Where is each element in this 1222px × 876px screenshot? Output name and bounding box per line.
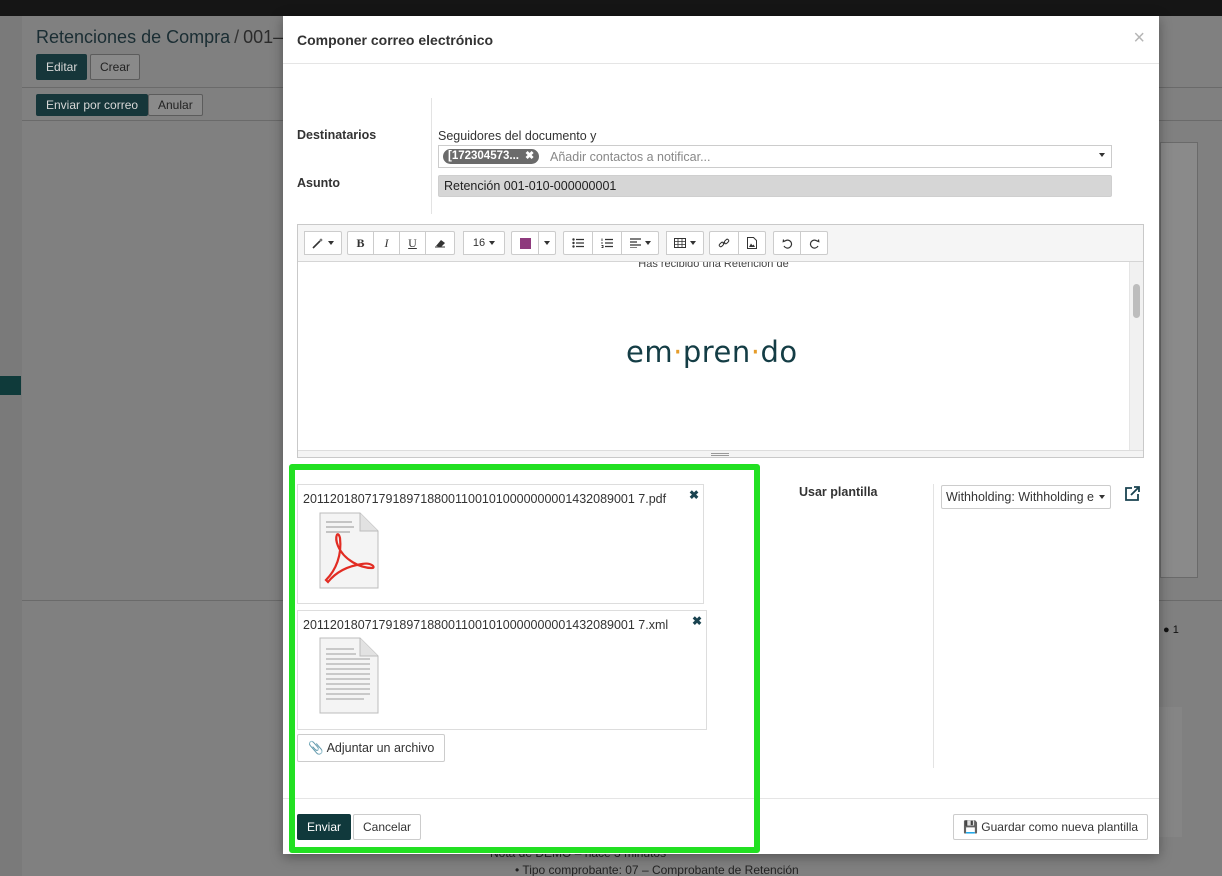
scrollbar-thumb[interactable] (1133, 284, 1140, 318)
attachment-name: 2011201807179189718800110010100000000014… (303, 492, 667, 506)
redo-button[interactable] (800, 231, 828, 255)
remove-attachment-icon[interactable]: ✖ (689, 488, 699, 502)
cancel-button[interactable]: Cancelar (353, 814, 422, 840)
edit-button[interactable]: Editar (36, 54, 88, 80)
dialog-footer: Enviar Cancelar 💾 Guardar como nueva pla… (283, 798, 1159, 854)
template-value: Withholding: Withholding e (946, 490, 1094, 504)
dialog-header: Componer correo electrónico × (283, 16, 1159, 64)
attachment-xml[interactable]: 2011201807179189718800110010100000000014… (297, 610, 707, 730)
align-left-icon (629, 238, 641, 248)
recipient-tag: [172304573... ✖ (443, 149, 540, 164)
subject-label: Asunto (297, 176, 341, 190)
breadcrumb-current: 001– (243, 27, 284, 47)
company-logo: em·pren·do (626, 335, 798, 369)
underline-button[interactable]: U (399, 231, 426, 255)
body-greeting: Has recibido una Retención de (638, 262, 789, 270)
editor-content[interactable]: Has recibido una Retención de em·pren·do (298, 262, 1129, 450)
magic-wand-icon (312, 238, 323, 249)
chevron-down-icon (1099, 495, 1105, 499)
eraser-icon (435, 240, 445, 248)
italic-button[interactable]: I (373, 231, 400, 255)
external-link-icon[interactable] (1123, 485, 1141, 503)
style-button[interactable] (304, 231, 342, 255)
remove-tag-icon[interactable]: ✖ (525, 150, 534, 162)
font-color-icon (519, 237, 531, 249)
font-size-dropdown[interactable]: 16 (463, 231, 505, 255)
create-button[interactable]: Crear (90, 54, 141, 80)
label-separator (431, 98, 432, 214)
bullet-list-icon (572, 238, 584, 248)
followers-text: Seguidores del documento y (438, 129, 597, 143)
followers-counter[interactable]: ● 1 (1163, 624, 1179, 636)
attachment-pdf[interactable]: 2011201807179189718800110010100000000014… (297, 484, 704, 604)
bullet-list-button[interactable] (563, 231, 593, 255)
recipients-label: Destinatarios (297, 128, 377, 142)
subject-input[interactable]: Retención 001-010-000000001 (438, 175, 1112, 197)
sidebar-marker (0, 376, 21, 395)
breadcrumb: Retenciones de Compra/001– (36, 27, 283, 48)
recipients-placeholder: Añadir contactos a notificar... (550, 150, 711, 164)
template-select[interactable]: Withholding: Withholding e (941, 485, 1111, 509)
table-icon (674, 238, 686, 248)
compose-email-dialog: Componer correo electrónico × Destinatar… (283, 16, 1159, 854)
form-sheet (1160, 142, 1198, 578)
link-icon (718, 238, 730, 248)
breadcrumb-separator: / (234, 27, 240, 47)
chevron-down-icon[interactable] (1099, 153, 1105, 157)
redo-icon (809, 238, 819, 249)
numbered-list-icon (601, 238, 613, 248)
text-color-dropdown[interactable] (538, 231, 556, 255)
recipients-input[interactable]: [172304573... ✖ Añadir contactos a notifi… (438, 145, 1112, 168)
dialog-title: Componer correo electrónico (297, 32, 494, 48)
label-separator (933, 484, 934, 768)
image-icon (747, 237, 757, 249)
bold-button[interactable]: B (347, 231, 374, 255)
editor-scrollbar[interactable] (1129, 262, 1143, 450)
send-button[interactable]: Enviar (297, 814, 352, 840)
table-dropdown[interactable] (666, 231, 704, 255)
pdf-file-icon (319, 512, 379, 589)
paperclip-icon: 📎 (308, 741, 324, 755)
user-icon: ● (1163, 624, 1170, 636)
cancel-document-button[interactable]: Anular (148, 94, 203, 116)
chatter-note-line: • Tipo comprobante: 07 – Comprobante de … (515, 863, 799, 876)
numbered-list-button[interactable] (592, 231, 622, 255)
breadcrumb-parent[interactable]: Retenciones de Compra (36, 27, 230, 47)
grip-icon (711, 453, 729, 456)
document-file-icon (319, 637, 379, 714)
undo-icon (782, 238, 792, 249)
send-by-email-button[interactable]: Enviar por correo (36, 94, 149, 116)
font-size-value: 16 (472, 237, 486, 249)
save-as-template-label: Guardar como nueva plantilla (981, 820, 1139, 834)
link-button[interactable] (709, 231, 739, 255)
template-label: Usar plantilla (799, 485, 878, 499)
save-icon: 💾 (963, 820, 978, 834)
followers-count: 1 (1172, 624, 1179, 636)
top-bar (0, 0, 1222, 16)
editor-resize-handle[interactable] (298, 450, 1143, 457)
close-icon[interactable]: × (1133, 27, 1145, 50)
email-body-editor: B I U 16 Has recibido una Retención de e… (297, 224, 1144, 458)
recipient-tag-label: [172304573... (448, 150, 519, 162)
attach-file-button[interactable]: 📎 Adjuntar un archivo (297, 734, 446, 762)
align-dropdown[interactable] (621, 231, 659, 255)
image-button[interactable] (738, 231, 766, 255)
eraser-button[interactable] (425, 231, 455, 255)
attach-file-label: Adjuntar un archivo (326, 741, 435, 755)
text-color-button[interactable] (511, 231, 539, 255)
save-as-template-button[interactable]: 💾 Guardar como nueva plantilla (953, 814, 1149, 840)
undo-button[interactable] (773, 231, 801, 255)
editor-toolbar: B I U 16 (298, 225, 1143, 262)
attachment-name: 2011201807179189718800110010100000000014… (303, 618, 669, 632)
remove-attachment-icon[interactable]: ✖ (692, 614, 702, 628)
